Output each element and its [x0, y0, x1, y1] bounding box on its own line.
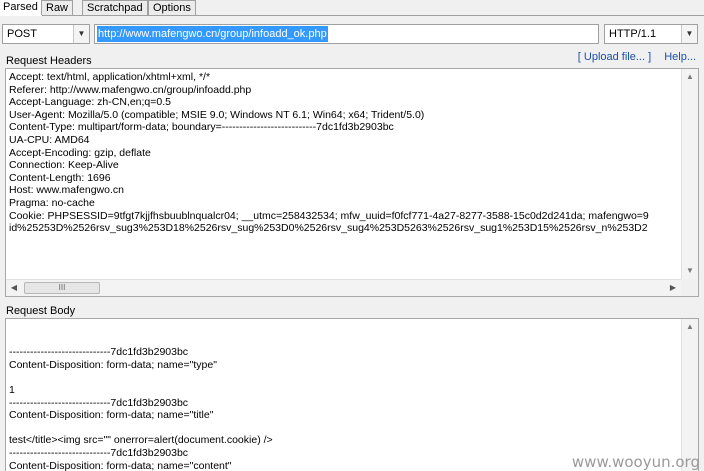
method-select[interactable]: POST ▼ [2, 24, 90, 44]
text-line: -----------------------------7dc1fd3b290… [9, 346, 189, 359]
help-link[interactable]: Help... [664, 51, 696, 63]
text-line: Accept-Encoding: gzip, deflate [9, 146, 151, 159]
url-value: http://www.mafengwo.cn/group/infoadd_ok.… [97, 26, 328, 42]
header-links: [ Upload file... ] Help... [568, 51, 696, 63]
scroll-left-icon[interactable]: ◀ [6, 280, 22, 296]
scroll-up-icon[interactable]: ▲ [682, 69, 698, 85]
scroll-right-icon[interactable]: ▶ [665, 280, 681, 296]
method-value: POST [7, 28, 37, 40]
scroll-up-icon[interactable]: ▲ [682, 319, 698, 335]
text-line: Referer: http://www.mafengwo.cn/group/in… [9, 83, 252, 96]
text-line: UA-CPU: AMD64 [9, 133, 90, 146]
protocol-value: HTTP/1.1 [609, 28, 657, 40]
text-line: Content-Type: multipart/form-data; bound… [9, 121, 394, 134]
text-line [9, 334, 681, 347]
tab-bar: Parsed Raw Scratchpad Options [0, 0, 704, 16]
text-line: id%25253D%2526rsv_sug3%253D18%2526rsv_su… [9, 222, 648, 235]
upload-file-link[interactable]: [ Upload file... ] [578, 51, 651, 63]
text-line: Content-Disposition: form-data; name="ty… [9, 358, 217, 371]
text-line: Pragma: no-cache [9, 196, 95, 209]
text-line: User-Agent: Mozilla/5.0 (compatible; MSI… [9, 108, 425, 121]
chevron-down-icon[interactable]: ▼ [681, 25, 697, 43]
text-line: Connection: Keep-Alive [9, 159, 119, 172]
text-line [9, 371, 681, 384]
text-line [9, 422, 681, 435]
request-headers-text[interactable]: Accept: text/html, application/xhtml+xml… [9, 71, 681, 279]
tab-parsed[interactable]: Parsed [0, 0, 43, 16]
chevron-down-icon[interactable]: ▼ [73, 25, 89, 43]
scroll-down-icon[interactable]: ▼ [682, 263, 698, 279]
tab-scratchpad[interactable]: Scratchpad [82, 0, 148, 15]
text-line: test</title><img src="" onerror=alert(do… [9, 434, 273, 447]
scroll-corner [681, 279, 698, 296]
text-line: Content-Disposition: form-data; name="ti… [9, 409, 214, 422]
request-headers-label: Request Headers [6, 55, 92, 67]
request-body-label: Request Body [6, 305, 76, 317]
protocol-select[interactable]: HTTP/1.1 ▼ [604, 24, 698, 44]
request-line-toolbar: POST ▼ http://www.mafengwo.cn/group/info… [0, 24, 704, 44]
text-line: 1 [9, 383, 15, 396]
headers-vertical-scrollbar[interactable]: ▲ ▼ [681, 69, 698, 279]
url-input[interactable]: http://www.mafengwo.cn/group/infoadd_ok.… [94, 24, 599, 44]
request-headers-editor[interactable]: Accept: text/html, application/xhtml+xml… [5, 68, 699, 297]
watermark: www.wooyun.org [571, 453, 700, 471]
scroll-thumb-grip: III [58, 283, 66, 292]
request-body-text[interactable]: -----------------------------7dc1fd3b290… [9, 321, 681, 471]
text-line: -----------------------------7dc1fd3b290… [9, 396, 189, 409]
tab-options[interactable]: Options [148, 0, 196, 15]
tab-raw[interactable]: Raw [41, 0, 74, 15]
scroll-thumb[interactable]: III [24, 282, 100, 294]
text-line: Cookie: PHPSESSID=9tfgt7kjjfhsbuublnqual… [9, 209, 649, 222]
headers-horizontal-scrollbar[interactable]: ◀ III ▶ [6, 279, 681, 296]
text-line: Content-Length: 1696 [9, 171, 111, 184]
text-line [9, 321, 681, 334]
body-vertical-scrollbar[interactable]: ▲ [681, 319, 698, 471]
text-line: Accept: text/html, application/xhtml+xml… [9, 71, 211, 83]
text-line: Accept-Language: zh-CN,en;q=0.5 [9, 96, 171, 109]
request-body-editor[interactable]: -----------------------------7dc1fd3b290… [5, 318, 699, 471]
text-line: Host: www.mafengwo.cn [9, 184, 124, 197]
